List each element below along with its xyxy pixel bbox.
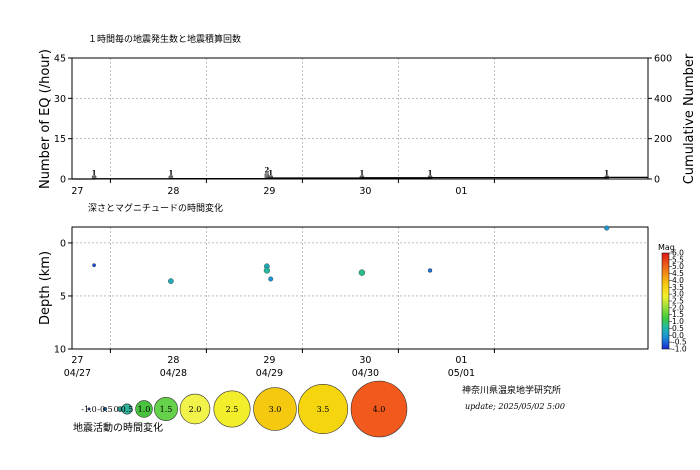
legend-label: 2.0 [189,405,202,414]
colorbar-ticks: 6.05.55.04.54.03.53.02.52.01.51.00.50.0-… [669,249,687,354]
earthquake-point [358,269,366,276]
earthquake-point [427,268,433,273]
scatter-x-ticks: 27 04/27 28 04/28 29 04/29 30 04/30 01 05/01 [64,349,495,379]
histogram-y2-tick-label: 200 [654,134,672,145]
earthquake-point [268,276,274,282]
scatter-x-tick-label: 27 [71,355,83,366]
scatter-y-ticks: 0 5 10 [54,238,72,356]
histogram-bar-label: 1 [428,168,433,177]
legend-label: 2.5 [226,405,239,414]
scatter-y-tick-label: 0 [60,238,66,249]
legend-label: 1.5 [160,405,173,414]
colorbar [661,252,670,350]
scatter-x-tick-label: 30 [359,355,371,366]
scatter-y-tick-label: 5 [60,291,66,302]
histogram-y2-tick-label: 400 [654,94,672,105]
scatter-points [92,225,610,284]
histogram-y-tick-label: 45 [54,54,66,65]
histogram-y2-axis-label: Cumulative Number [682,53,697,184]
histogram-y-tick-label: 15 [54,134,66,145]
histogram-y-tick-label: 0 [60,175,66,186]
earthquake-point [92,263,96,268]
histogram-bar-label: 1 [268,168,273,177]
seismic-activity-figure: １時間毎の地震発生数と地震積算回数 1 1 21 1 1 1 0153045 020040… [38,33,697,438]
scatter-x-date-label: 05/01 [448,368,475,379]
scatter-x-date-label: 04/29 [256,368,283,379]
legend-label: 1.0 [138,405,151,414]
histogram-x-ticks: 27 28 29 30 01 [71,179,495,197]
scatter-grid [72,227,648,349]
legend-label: -1.0 [81,405,96,414]
histogram-x-tick-label: 30 [359,186,371,197]
earthquake-point [168,278,174,284]
legend-label: 4.0 [373,405,386,414]
scatter-frame [71,226,649,350]
histogram-bar-label: 1 [168,168,173,177]
scatter-x-tick-label: 29 [263,355,275,366]
legend-label: 0.5 [121,405,134,414]
histogram-y2-tick-label: 0 [654,175,660,186]
histogram-grid [72,58,648,179]
histogram-x-tick-label: 29 [263,186,275,197]
earthquake-point [263,267,270,274]
scatter-x-date-label: 04/27 [64,368,91,379]
histogram-y2-tick-label: 600 [654,54,672,65]
histogram-frame [71,57,649,180]
institute-name: 神奈川県温泉地学研究所 [462,384,561,396]
histogram-y-axis-label: Number of EQ (/hour) [38,49,53,189]
legend-title: 地震活動の時間変化 [73,421,163,434]
histogram-x-tick-label: 27 [71,186,83,197]
histogram-bar-labels: 1 1 21 1 1 1 [92,166,610,178]
histogram-bar-label: 1 [604,168,609,177]
histogram-x-tick-label: 01 [455,186,467,197]
scatter-y-tick-label: 10 [54,345,66,356]
histogram-title: １時間毎の地震発生数と地震積算回数 [88,33,241,45]
earthquake-point [604,225,610,231]
histogram-y-ticks: 0 15 30 45 [54,54,72,186]
legend-label: 3.0 [269,405,282,414]
histogram-x-tick-label: 28 [167,186,179,197]
update-time: update; 2025/05/02 5:00 [465,402,565,411]
histogram-y-tick-label: 30 [54,94,66,105]
histogram-y2-ticks: 0 200 400 600 [648,54,672,186]
scatter-x-date-label: 04/30 [352,368,379,379]
legend-label: -0.5 [97,405,112,414]
histogram-bar-label: 1 [92,168,97,177]
scatter-title: 深さとマグニチュードの時間変化 [88,202,223,214]
colorbar-tick-label: -1.0 [672,345,687,354]
scatter-x-tick-label: 01 [455,355,467,366]
scatter-x-date-label: 04/28 [160,368,187,379]
histogram-bar-label: 1 [359,168,364,177]
scatter-x-tick-label: 28 [167,355,179,366]
scatter-y-axis-label: Depth (km) [38,251,53,325]
legend-label: 3.5 [317,405,330,414]
